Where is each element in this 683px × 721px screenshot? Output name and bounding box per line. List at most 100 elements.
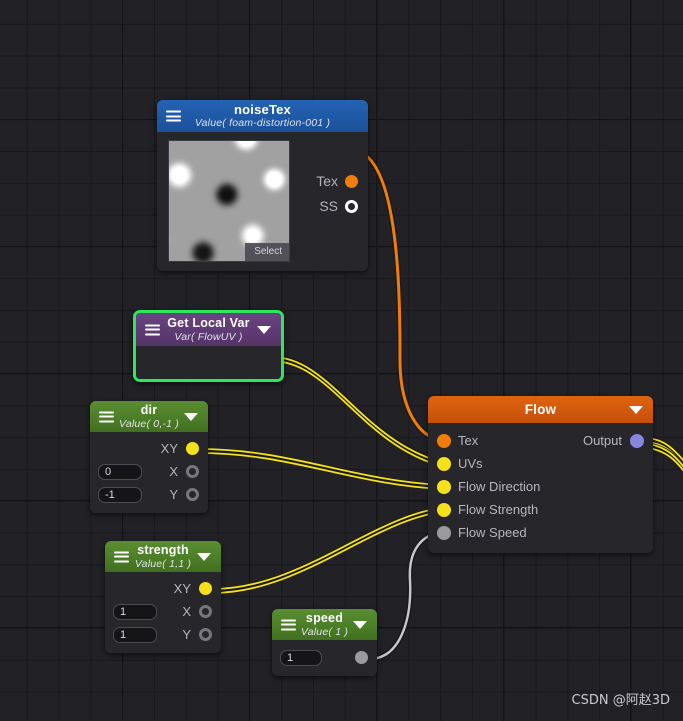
hamburger-icon[interactable] [99,411,114,422]
wire-getlocalvar-to-flow-uvs-a [271,356,442,463]
node-flow[interactable]: Flow Output Tex UVs Flow Direction Flow … [428,396,653,553]
input-port-flow-direction-label: Flow Direction [458,479,541,494]
wire-getlocalvar-to-flow-uvs-b [271,360,442,467]
port-dot-ring-icon[interactable] [186,465,199,478]
port-label-xy: XY [173,581,191,596]
port-dot-gray-icon[interactable] [437,525,451,540]
wire-flow-output-d [647,447,683,472]
value-field-x[interactable]: 1 [113,603,157,620]
wire-strength-xy-to-flow-strength-b [211,511,442,594]
port-dot-yellow-icon[interactable] [186,442,199,455]
value-field-speed[interactable]: 1 [280,649,322,666]
node-title: dir [140,402,158,417]
node-title: speed [305,610,344,625]
port-label-xy: XY [160,441,178,456]
node-strength-body: XY 1 X 1 Y [105,572,221,653]
node-speed[interactable]: speed Value( 1 ) 1 [272,609,377,676]
value-field-y[interactable]: 1 [113,626,157,643]
port-dot-yellow-icon[interactable] [199,582,212,595]
value-field-x[interactable]: 0 [98,463,142,480]
node-title: Flow [524,402,557,417]
chevron-down-icon[interactable] [257,325,271,334]
node-dir-header[interactable]: dir Value( 0,-1 ) [90,401,208,432]
node-subtitle: Value( 1,1 ) [134,557,192,570]
port-dot-ring-icon[interactable] [199,628,212,641]
node-speed-body: 1 [272,640,377,676]
node-get-local-var-header[interactable]: Get Local Var Var( FlowUV ) [136,313,281,346]
node-dir[interactable]: dir Value( 0,-1 ) XY 0 X -1 Y [90,401,208,513]
hamburger-icon[interactable] [145,324,160,335]
wire-outline [271,354,442,467]
port-row-xy[interactable]: XY [90,437,208,460]
select-texture-button[interactable]: Select [245,243,289,261]
wire-outline [198,447,442,491]
wire-strength-xy-to-flow-strength-a [211,507,442,590]
wire-flow-output-c [647,443,683,468]
node-title: Get Local Var [167,315,250,330]
input-port-flow-speed-label: Flow Speed [458,525,527,540]
input-port-tex-label: Tex [458,433,479,448]
input-port-tex[interactable]: Tex [428,429,653,452]
port-label-x: X [169,464,178,479]
node-noisetex-body: Select Tex SS [157,132,368,271]
chevron-down-icon[interactable] [184,412,198,421]
port-dot-yellow-icon[interactable] [437,502,451,517]
node-get-local-var[interactable]: Get Local Var Var( FlowUV ) [133,310,284,382]
input-port-flow-speed[interactable]: Flow Speed [428,521,653,544]
wire-outline [211,506,442,595]
node-speed-header[interactable]: speed Value( 1 ) [272,609,377,640]
hamburger-icon[interactable] [166,110,181,122]
node-strength-header[interactable]: strength Value( 1,1 ) [105,541,221,572]
node-noisetex[interactable]: noiseTex Value( foam-distortion-001 ) Se… [157,100,368,271]
port-label-y: Y [182,627,191,642]
port-dot-orange-icon[interactable] [437,433,451,448]
node-flow-header[interactable]: Flow [428,396,653,423]
output-port-tex[interactable]: Tex [316,173,358,189]
input-port-flow-strength[interactable]: Flow Strength [428,498,653,521]
input-port-uvs-label: UVs [458,456,483,471]
port-row-y[interactable]: 1 Y [105,623,221,646]
port-label-x: X [182,604,191,619]
texture-preview[interactable]: Select [168,140,290,262]
output-port-ss-label: SS [319,198,338,214]
wire-dir-xy-to-flow-direction-a [198,448,442,486]
port-row-value[interactable]: 1 [272,646,377,669]
port-dot-yellow-icon[interactable] [437,456,451,471]
node-subtitle: Value( 0,-1 ) [119,417,179,430]
node-noisetex-header[interactable]: noiseTex Value( foam-distortion-001 ) [157,100,368,132]
node-subtitle: Value( foam-distortion-001 ) [194,117,331,129]
input-port-uvs[interactable]: UVs [428,452,653,475]
port-dot-gray-icon[interactable] [355,651,368,664]
port-dot-ring-icon[interactable] [345,199,358,213]
port-row-xy[interactable]: XY [105,577,221,600]
node-get-local-var-body [136,346,281,379]
port-dot-ring-icon[interactable] [186,488,199,501]
chevron-down-icon[interactable] [197,552,211,561]
wire-dir-xy-to-flow-direction-b [198,452,442,490]
wire-outline [647,442,683,474]
port-row-x[interactable]: 1 X [105,600,221,623]
output-port-ss[interactable]: SS [319,198,358,214]
port-dot-ring-icon[interactable] [199,605,212,618]
chevron-down-icon[interactable] [353,620,367,629]
port-dot-orange-icon[interactable] [345,174,358,188]
node-subtitle: Value( 1 ) [300,625,349,638]
input-port-flow-direction[interactable]: Flow Direction [428,475,653,498]
port-row-y[interactable]: -1 Y [90,483,208,506]
chevron-down-icon[interactable] [629,405,643,414]
node-title: noiseTex [234,102,291,117]
hamburger-icon[interactable] [281,619,296,630]
watermark: CSDN @阿赵3D [571,693,670,708]
node-strength[interactable]: strength Value( 1,1 ) XY 1 X 1 Y [105,541,221,653]
hamburger-icon[interactable] [114,551,129,562]
port-label-y: Y [169,487,178,502]
output-port-tex-label: Tex [316,173,338,189]
node-dir-body: XY 0 X -1 Y [90,432,208,513]
node-graph-canvas[interactable]: noiseTex Value( foam-distortion-001 ) Se… [0,0,683,721]
input-port-flow-strength-label: Flow Strength [458,502,539,517]
node-title: strength [137,542,189,557]
value-field-y[interactable]: -1 [98,486,142,503]
node-flow-body: Output Tex UVs Flow Direction Flow Stren… [428,423,653,553]
port-row-x[interactable]: 0 X [90,460,208,483]
port-dot-yellow-icon[interactable] [437,479,451,494]
